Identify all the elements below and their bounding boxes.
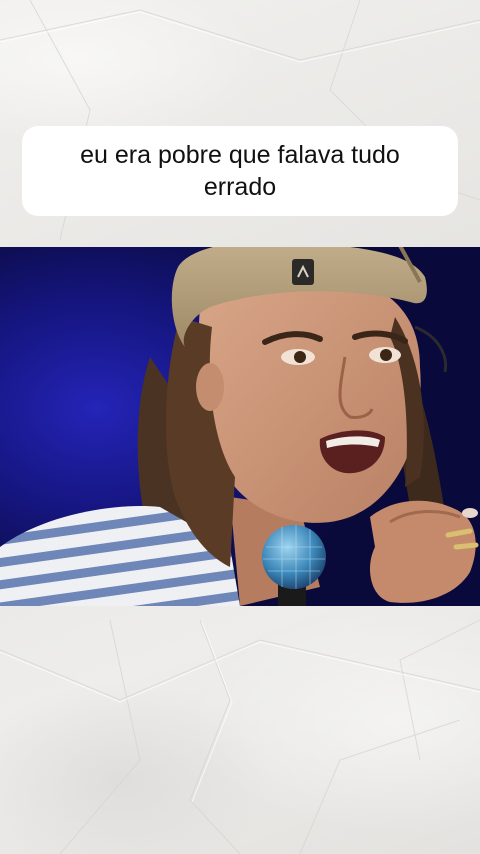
video-frame[interactable] — [0, 247, 480, 606]
caption-text: eu era pobre que falava tudo errado — [80, 141, 400, 201]
caption-card: eu era pobre que falava tudo errado — [22, 126, 458, 216]
video-frame-image — [0, 247, 480, 606]
microphone-icon — [262, 525, 326, 589]
